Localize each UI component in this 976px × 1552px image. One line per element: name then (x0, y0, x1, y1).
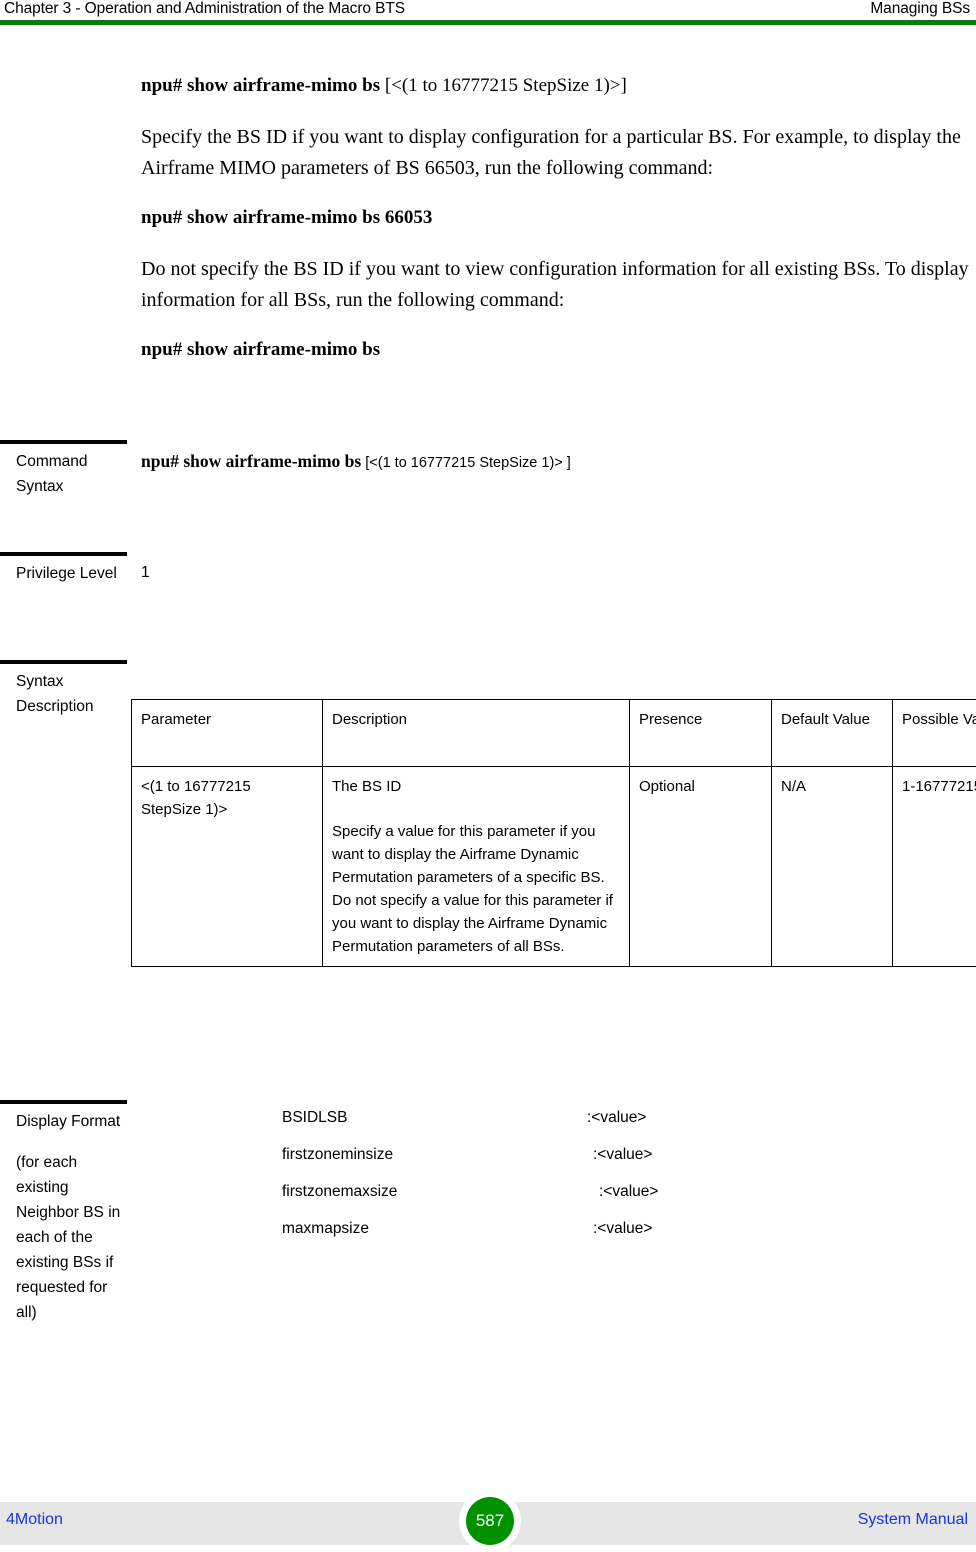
field-rule-privilege-level (0, 552, 127, 556)
cell-default-value: N/A (772, 767, 893, 967)
display-format-value: :<value> (593, 1146, 652, 1164)
command-line-3: npu# show airframe-mimo bs (141, 336, 976, 364)
command-syntax-argument: [<(1 to 16777215 StepSize 1)> ] (361, 455, 571, 471)
paragraph-2: Do not specify the BS ID if you want to … (141, 254, 976, 316)
field-label-syntax-description: Syntax Description (16, 669, 128, 719)
field-label-display-format: Display Format (for each existing Neighb… (16, 1109, 128, 1325)
command-1-argument: [<(1 to 16777215 StepSize 1)>] (380, 75, 627, 96)
field-rule-display-format (0, 1100, 127, 1104)
command-line-1: npu# show airframe-mimo bs [<(1 to 16777… (141, 72, 976, 100)
cell-presence: Optional (630, 767, 772, 967)
column-header-possible-values: Possible Values (893, 700, 976, 767)
display-format-key: maxmapsize (282, 1220, 369, 1238)
display-format-row: BSIDLSB :<value> (282, 1109, 976, 1146)
header-divider-rule (0, 20, 976, 25)
command-syntax-value: npu# show airframe-mimo bs [<(1 to 16777… (141, 449, 976, 475)
cell-description: The BS ID Specify a value for this param… (323, 767, 630, 967)
footer-page-number: 587 (466, 1497, 514, 1545)
column-header-description: Description (323, 700, 630, 767)
paragraph-1: Specify the BS ID if you want to display… (141, 122, 976, 184)
display-format-key: firstzonemaxsize (282, 1183, 397, 1201)
field-rule-command-syntax (0, 440, 127, 444)
field-label-command-syntax: Command Syntax (16, 449, 128, 499)
display-format-row: maxmapsize :<value> (282, 1220, 976, 1257)
field-command-syntax: Command Syntax npu# show airframe-mimo b… (0, 440, 976, 550)
table-header-row: Parameter Description Presence Default V… (132, 700, 976, 767)
display-format-row-list: BSIDLSB:<value>firstzoneminsize:<value>f… (282, 1109, 976, 1257)
command-syntax-bold: npu# show airframe-mimo bs (141, 451, 361, 471)
field-body-command-syntax: npu# show airframe-mimo bs [<(1 to 16777… (141, 449, 976, 475)
footer-brand-link[interactable]: 4Motion (6, 1511, 63, 1529)
display-format-key: BSIDLSB (282, 1109, 347, 1127)
display-format-key: firstzoneminsize (282, 1146, 393, 1164)
column-header-default-value: Default Value (772, 700, 893, 767)
header-section-title: Managing BSs (870, 0, 970, 18)
table-row: <(1 to 16777215 StepSize 1)> The BS ID S… (132, 767, 976, 967)
footer-manual-link[interactable]: System Manual (858, 1511, 968, 1529)
command-1-bold: npu# show airframe-mimo bs (141, 75, 380, 96)
field-privilege-level: Privilege Level 1 (0, 552, 976, 657)
field-display-format: Display Format (for each existing Neighb… (0, 1100, 976, 1400)
field-syntax-description: Syntax Description (0, 660, 976, 690)
field-rule-syntax-description (0, 660, 127, 664)
display-format-value: :<value> (599, 1183, 658, 1201)
command-line-2: npu# show airframe-mimo bs 66053 (141, 204, 976, 232)
cell-description-body: Specify a value for this parameter if yo… (332, 820, 620, 958)
field-body-privilege-level: 1 (141, 561, 976, 585)
column-header-presence: Presence (630, 700, 772, 767)
display-format-title: Display Format (16, 1109, 128, 1134)
header-chapter-title: Chapter 3 - Operation and Administration… (4, 0, 405, 18)
column-header-parameter: Parameter (132, 700, 323, 767)
display-format-value: :<value> (593, 1220, 652, 1238)
cell-possible-values: 1-16777215 (893, 767, 976, 967)
main-content: npu# show airframe-mimo bs [<(1 to 16777… (141, 72, 976, 386)
cell-parameter: <(1 to 16777215 StepSize 1)> (132, 767, 323, 967)
cell-description-title: The BS ID (332, 775, 620, 798)
field-label-privilege-level: Privilege Level (16, 561, 128, 586)
parameter-table: Parameter Description Presence Default V… (131, 699, 976, 967)
display-format-row: firstzoneminsize :<value> (282, 1146, 976, 1183)
display-format-value: :<value> (587, 1109, 646, 1127)
display-format-row: firstzonemaxsize :<value> (282, 1183, 976, 1220)
display-format-note: (for each existing Neighbor BS in each o… (16, 1150, 128, 1325)
privilege-level-value: 1 (141, 561, 976, 585)
